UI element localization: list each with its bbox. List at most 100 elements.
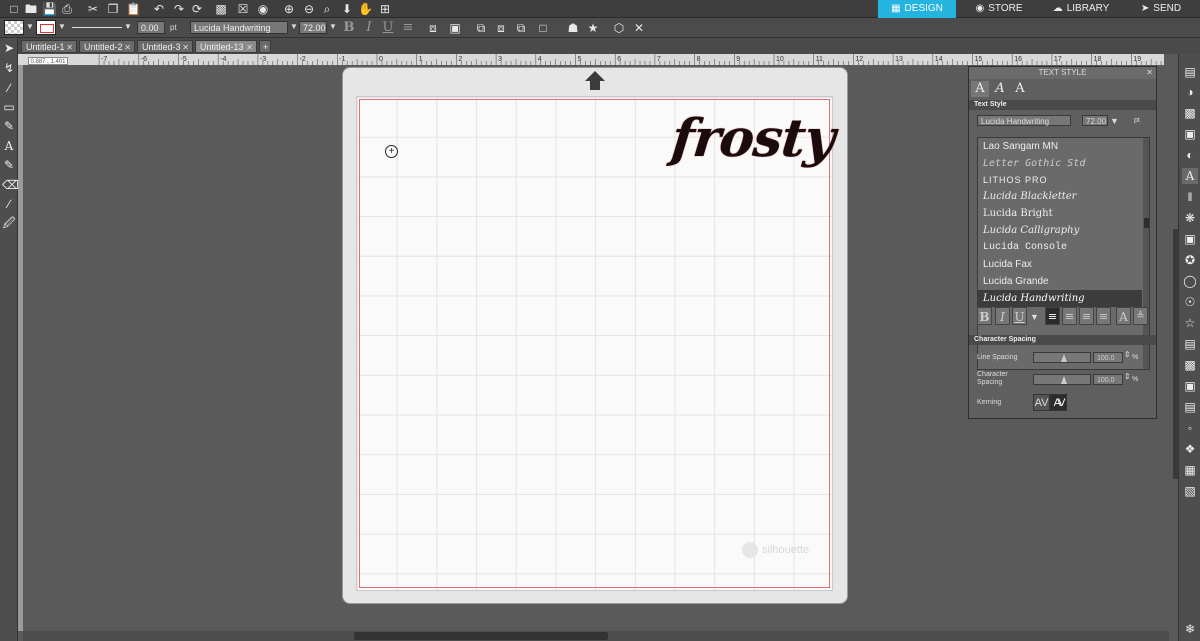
kerning-on-button[interactable]: AV (1050, 394, 1067, 411)
chevron-down-icon[interactable]: ▼ (1110, 116, 1119, 126)
close-icon[interactable]: ✕ (66, 41, 73, 54)
align-left-icon[interactable]: ≡ (1045, 307, 1060, 325)
align-icon[interactable]: ≡ (400, 19, 416, 36)
text-tool-icon[interactable]: A (2, 138, 16, 154)
font-name-input[interactable]: Lucida Handwriting (190, 21, 288, 34)
font-list-item[interactable]: Lucida Bright (978, 205, 1142, 222)
rhinestone-star-icon[interactable]: ★ (586, 21, 600, 35)
close-icon[interactable]: ✕ (182, 41, 189, 54)
paste-icon[interactable]: 📋 (126, 2, 141, 16)
rhinestone-icon[interactable]: ✪ (1182, 252, 1198, 268)
kerning-off-button[interactable]: AV (1033, 394, 1050, 411)
line-color-swatch[interactable] (36, 20, 56, 35)
slider-knob[interactable] (1061, 354, 1067, 362)
print-icon[interactable]: ⎙ (60, 2, 74, 16)
page-setup-icon[interactable]: ▤ (1182, 64, 1198, 80)
line-spacing-input[interactable]: 100.0 (1093, 352, 1123, 363)
zoom-out-icon[interactable]: ⊖ (302, 2, 316, 16)
align-center-icon[interactable]: ≡ (1062, 307, 1077, 325)
grid-pattern-icon[interactable]: ▦ (1182, 462, 1198, 478)
font-list-item-selected[interactable]: Lucida Handwriting (978, 290, 1142, 307)
close-icon[interactable]: ✕ (124, 41, 131, 54)
erase-icon[interactable]: ✎ (2, 157, 16, 173)
font-size-input[interactable]: 72.00 (299, 21, 327, 34)
bold-button[interactable]: B (341, 19, 357, 36)
character-spacing-input[interactable]: 100.0 (1093, 374, 1123, 385)
close-icon[interactable]: ✕ (632, 21, 646, 35)
line-tool-icon[interactable]: ∕ (2, 80, 16, 96)
font-list-item[interactable]: Lao Sangam MN (978, 138, 1142, 155)
origin-crosshair-icon[interactable]: + (385, 145, 398, 158)
deselect-icon[interactable]: ☒ (236, 2, 250, 16)
close-icon[interactable]: ✕ (246, 41, 253, 54)
cut-icon[interactable]: ✂ (86, 2, 100, 16)
font-list-scroll-thumb[interactable] (1144, 218, 1149, 228)
redo-icon[interactable]: ↷ (172, 2, 186, 16)
font-list-item[interactable]: Lucida Calligraphy (978, 222, 1142, 239)
new-document-icon[interactable]: □ (7, 2, 21, 16)
eyedropper-tool-icon[interactable]: 🖉 (2, 215, 16, 231)
text-on-path-tab-icon[interactable]: A (991, 81, 1009, 97)
chevron-down-icon[interactable]: ▼ (1030, 312, 1039, 322)
chevron-down-icon[interactable]: ▼ (290, 22, 298, 31)
text-spell-tab-icon[interactable]: A (1011, 81, 1029, 97)
panel-size-input[interactable]: 72.00 (1082, 115, 1108, 126)
add-tab-button[interactable]: + (259, 40, 271, 53)
doc-tab-untitled-2[interactable]: Untitled-2 ✕ (79, 40, 135, 53)
fold-icon[interactable]: ❖ (1182, 441, 1198, 457)
line-color-icon[interactable]: ▩ (1182, 105, 1198, 121)
fit-to-page-icon[interactable]: ⊞ (378, 2, 392, 16)
zoom-in-icon[interactable]: ⊕ (282, 2, 296, 16)
italic-button[interactable]: I (361, 19, 377, 36)
align-panel-icon[interactable]: ‖ (1182, 189, 1198, 205)
select-by-color-icon[interactable]: ◉ (256, 2, 270, 16)
font-list-item[interactable]: Lucida Fax (978, 256, 1142, 273)
fill-color-swatch[interactable] (4, 20, 24, 35)
subtract-icon[interactable]: ⧈ (494, 21, 508, 35)
font-list-item[interactable]: LITHOS PRO (978, 172, 1142, 189)
panel-font-input[interactable]: Lucida Handwriting (977, 115, 1071, 126)
edit-points-icon[interactable]: ↯ (2, 60, 16, 76)
weld-icon[interactable]: ⧉ (474, 21, 488, 35)
save-icon[interactable]: 💾 (42, 2, 57, 16)
line-spacing-slider[interactable] (1033, 352, 1091, 363)
chevron-down-icon[interactable]: ▼ (329, 22, 337, 31)
text-object[interactable]: frosty (669, 108, 837, 169)
line-style-selector[interactable] (72, 27, 122, 28)
offset-icon[interactable]: ◯ (1182, 273, 1198, 289)
text-vertical-icon[interactable]: A (1116, 307, 1131, 325)
image-effects-icon[interactable]: ◐ (1182, 147, 1198, 163)
eraser-tool-icon[interactable]: ⌫ (2, 177, 19, 193)
tab-send[interactable]: ➤ SEND (1122, 0, 1200, 18)
line-style-icon[interactable]: ▣ (1182, 126, 1198, 142)
replicate-icon[interactable]: ❋ (1182, 210, 1198, 226)
knife-tool-icon[interactable]: ∕ (2, 196, 16, 212)
transform-icon[interactable]: ⧈ (426, 21, 440, 35)
intersect-icon[interactable]: ⧉ (514, 21, 528, 35)
layers-icon[interactable]: ▤ (1182, 336, 1198, 352)
chevron-down-icon[interactable]: ▼ (58, 22, 66, 31)
sketch-icon[interactable]: ☉ (1182, 294, 1198, 310)
open-folder-icon[interactable]: 🖿 (24, 2, 38, 16)
underline-button[interactable]: U (380, 19, 396, 36)
panel-bold-button[interactable]: B (977, 307, 992, 325)
text-style-icon[interactable]: A (1182, 168, 1198, 184)
fill-color-icon[interactable]: ◑ (1182, 84, 1198, 100)
pointer-tool-icon[interactable]: ➤ (2, 40, 16, 56)
font-list-item[interactable]: Lucida Console (978, 239, 1142, 256)
horizontal-scroll-thumb[interactable] (354, 632, 608, 640)
nesting-icon[interactable]: ▣ (1182, 378, 1198, 394)
chevron-down-icon[interactable]: ▼ (26, 22, 34, 31)
panel-italic-button[interactable]: I (995, 307, 1010, 325)
drag-zoom-icon[interactable]: ⬇ (340, 2, 354, 16)
modify-icon[interactable]: ▣ (1182, 231, 1198, 247)
doc-tab-untitled-3[interactable]: Untitled-3 ✕ (137, 40, 193, 53)
zoom-select-icon[interactable]: ⌕ (320, 2, 334, 16)
tab-store[interactable]: ◉ STORE (960, 0, 1038, 18)
doc-tab-untitled-1[interactable]: Untitled-1 ✕ (21, 40, 77, 53)
select-all-icon[interactable]: ▩ (214, 2, 228, 16)
copy-icon[interactable]: ❐ (106, 2, 120, 16)
undo-icon[interactable]: ↶ (152, 2, 166, 16)
pan-hand-icon[interactable]: ✋ (358, 2, 373, 16)
character-spacing-slider[interactable] (1033, 374, 1091, 385)
